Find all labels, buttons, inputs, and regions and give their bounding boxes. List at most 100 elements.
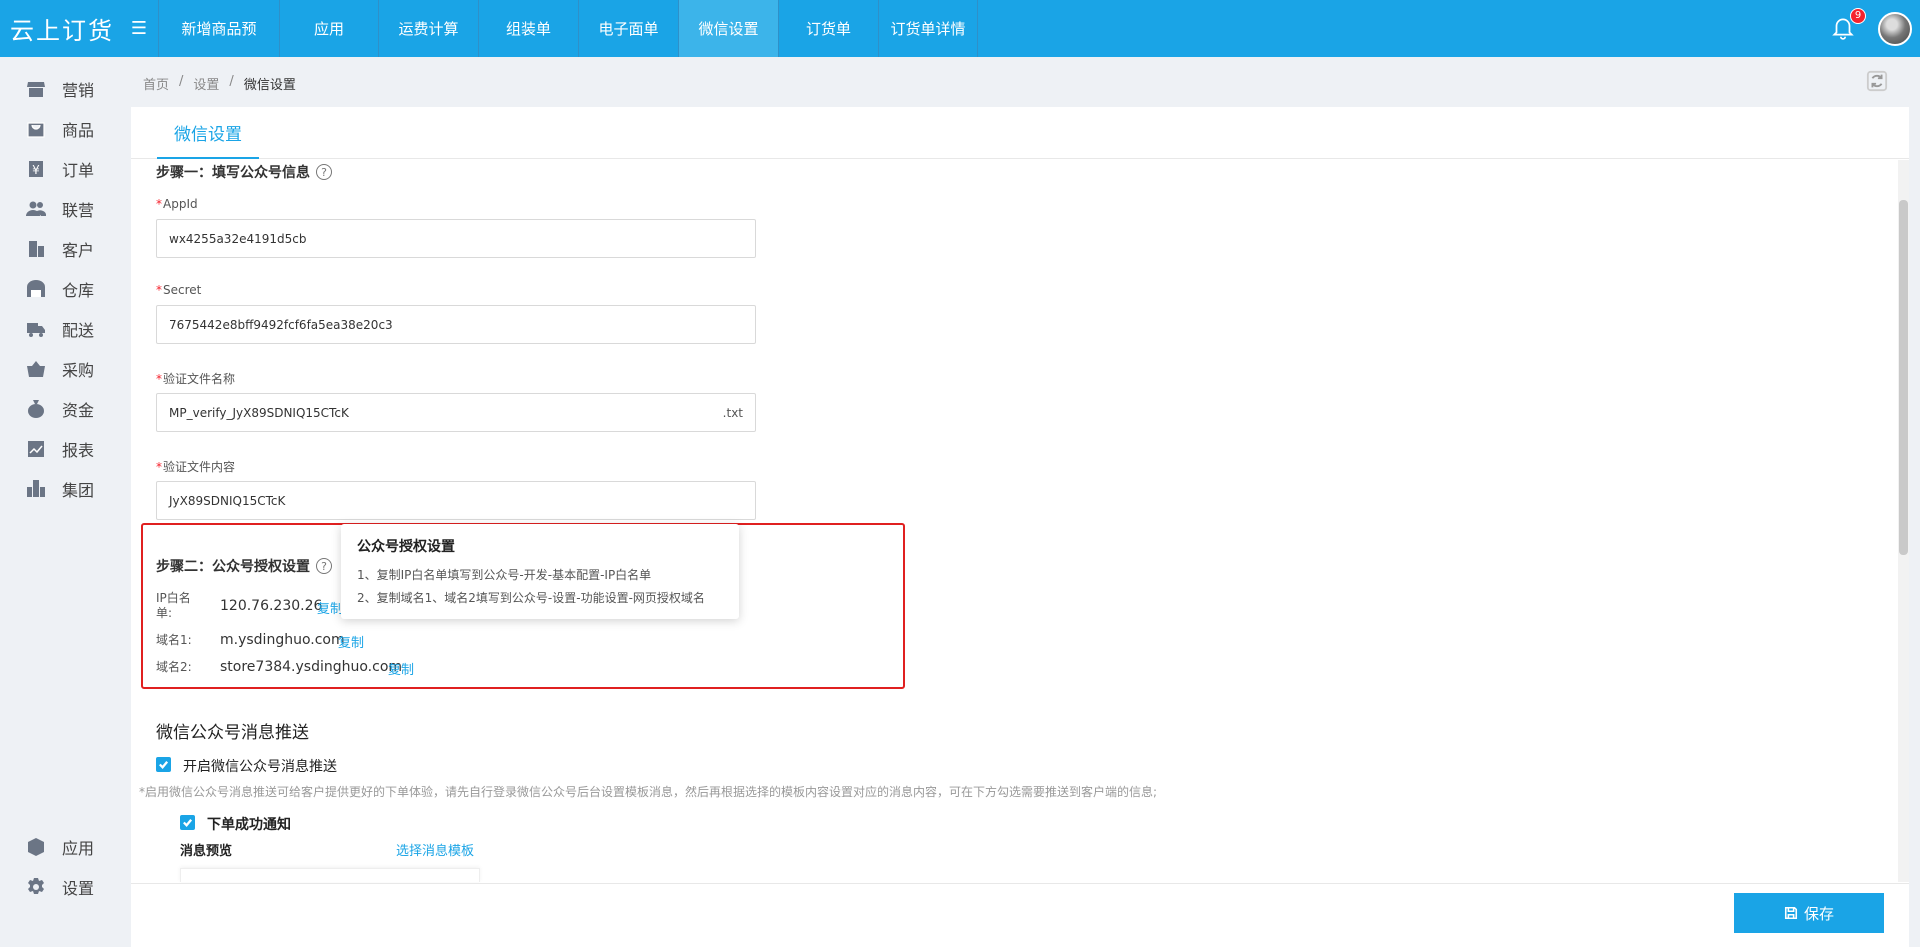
tooltip-line: 2、复制域名1、域名2填写到公众号-设置-功能设置-网页授权域名 xyxy=(357,591,705,605)
notification-count-badge: 9 xyxy=(1850,7,1866,24)
tooltip-line: 1、复制IP白名单填写到公众号-开发-基本配置-IP白名单 xyxy=(357,568,652,582)
sidebar-item-joint[interactable]: 联营 xyxy=(0,189,120,229)
secret-input[interactable]: 7675442e8bff9492fcf6fa5ea38e20c3 xyxy=(156,305,756,344)
scrollbar-thumb[interactable] xyxy=(1899,200,1908,555)
sidebar-item-label: 采购 xyxy=(62,361,95,380)
menu-toggle-icon[interactable]: ☰ xyxy=(120,0,158,57)
nav-tab-new-product[interactable]: 新增商品预 xyxy=(158,0,279,57)
notification-bell-icon[interactable]: 9 xyxy=(1830,7,1866,44)
step1-title: 步骤一：填写公众号信息 ? xyxy=(156,162,332,182)
sidebar-item-marketing[interactable]: 营销 xyxy=(0,69,120,109)
copy-domain1-button[interactable]: 复制 xyxy=(338,632,364,651)
check-icon xyxy=(159,761,169,769)
app-logo[interactable]: 云上订货 xyxy=(0,0,120,57)
warehouse-icon xyxy=(26,279,46,299)
building-icon xyxy=(26,239,46,259)
sidebar-item-label: 仓库 xyxy=(62,281,95,300)
sidebar-item-label: 订单 xyxy=(62,161,95,180)
sidebar-item-warehouse[interactable]: 仓库 xyxy=(0,269,120,309)
order-success-label: 下单成功通知 xyxy=(207,817,291,833)
page-tab-bar: 微信设置 xyxy=(131,107,1909,159)
sidebar: 营销 商品 ¥ 订单 联营 客户 仓库 配送 采购 资金 报表 集团 应用 设置 xyxy=(0,57,120,947)
order-success-checkbox[interactable] xyxy=(180,815,195,830)
basket-icon xyxy=(26,359,46,379)
sidebar-item-apps[interactable]: 应用 xyxy=(0,827,120,867)
sidebar-item-reports[interactable]: 报表 xyxy=(0,429,120,469)
breadcrumb-home[interactable]: 首页 xyxy=(143,74,169,93)
nav-tab-order-detail[interactable]: 订货单详情 xyxy=(878,0,978,57)
step2-title: 步骤二：公众号授权设置 ? xyxy=(156,556,332,576)
appid-label: *AppId xyxy=(156,197,198,211)
nav-tab-freight[interactable]: 运费计算 xyxy=(378,0,478,57)
sidebar-item-funds[interactable]: 资金 xyxy=(0,389,120,429)
enable-push-checkbox[interactable] xyxy=(156,757,171,772)
user-avatar[interactable] xyxy=(1878,11,1912,46)
nav-tab-orders[interactable]: 订货单 xyxy=(778,0,878,57)
nav-tab-wechat-settings[interactable]: 微信设置 xyxy=(678,0,778,57)
step1-title-text: 步骤一：填写公众号信息 xyxy=(156,165,310,181)
appid-input[interactable]: wx4255a32e4191d5cb xyxy=(156,219,756,258)
help-tooltip: 公众号授权设置 1、复制IP白名单填写到公众号-开发-基本配置-IP白名单 2、… xyxy=(341,524,739,619)
select-template-link[interactable]: 选择消息模板 xyxy=(396,840,474,859)
tooltip-title: 公众号授权设置 xyxy=(357,539,455,555)
push-section-title: 微信公众号消息推送 xyxy=(156,723,309,743)
save-button[interactable]: 保存 xyxy=(1734,893,1884,933)
push-hint-text: *启用微信公众号消息推送可给客户提供更好的下单体验，请先自行登录微信公众号后台设… xyxy=(139,785,1158,799)
nav-tabs: 新增商品预 应用 运费计算 组装单 电子面单 微信设置 订货单 订货单详情 xyxy=(158,0,978,57)
domain2-label: 域名2: xyxy=(156,660,192,674)
nav-tab-assembly[interactable]: 组装单 xyxy=(478,0,578,57)
sidebar-item-label: 报表 xyxy=(62,441,95,460)
ip-whitelist-label: IP白名单: xyxy=(156,591,191,620)
breadcrumb-settings[interactable]: 设置 xyxy=(193,74,219,93)
sidebar-item-label: 资金 xyxy=(62,401,95,420)
file-ext-suffix: .txt xyxy=(722,405,743,420)
nav-tab-apps[interactable]: 应用 xyxy=(279,0,378,57)
nav-tab-waybill[interactable]: 电子面单 xyxy=(578,0,678,57)
svg-text:¥: ¥ xyxy=(32,163,40,177)
save-icon xyxy=(1784,906,1798,920)
money-bag-icon xyxy=(26,399,46,419)
sidebar-item-group[interactable]: 集团 xyxy=(0,469,120,509)
breadcrumb: 首页 / 设置 / 微信设置 xyxy=(143,74,296,93)
sidebar-item-delivery[interactable]: 配送 xyxy=(0,309,120,349)
sidebar-item-label: 商品 xyxy=(62,121,95,140)
domain1-value: m.ysdinghuo.com xyxy=(220,632,345,648)
sidebar-item-customers[interactable]: 客户 xyxy=(0,229,120,269)
copy-ip-button[interactable]: 复制 xyxy=(317,598,343,617)
cube-icon xyxy=(26,837,46,857)
sidebar-item-orders[interactable]: ¥ 订单 xyxy=(0,149,120,189)
gear-icon xyxy=(26,877,46,897)
refresh-icon[interactable] xyxy=(1866,70,1888,92)
step2-title-text: 步骤二：公众号授权设置 xyxy=(156,559,310,575)
domain2-value: store7384.ysdinghuo.com xyxy=(220,659,403,675)
verify-filename-input[interactable]: MP_verify_JyX89SDNIQ15CTcK .txt xyxy=(156,393,756,432)
breadcrumb-separator: / xyxy=(229,74,234,89)
domain1-label: 域名1: xyxy=(156,633,192,647)
truck-icon xyxy=(26,319,46,339)
chart-icon xyxy=(26,439,46,459)
verify-content-label: *验证文件内容 xyxy=(156,460,236,474)
ip-whitelist-value: 120.76.230.26 xyxy=(220,598,323,614)
sidebar-item-products[interactable]: 商品 xyxy=(0,109,120,149)
breadcrumb-separator: / xyxy=(179,74,184,89)
sidebar-item-settings[interactable]: 设置 xyxy=(0,867,120,907)
verify-content-input[interactable]: JyX89SDNIQ15CTcK xyxy=(156,481,756,520)
check-icon xyxy=(183,819,193,827)
sidebar-item-label: 营销 xyxy=(62,81,95,100)
copy-domain2-button[interactable]: 复制 xyxy=(388,659,414,678)
help-icon[interactable]: ? xyxy=(316,558,332,574)
secret-label: *Secret xyxy=(156,283,202,297)
verify-filename-label: *验证文件名称 xyxy=(156,372,236,386)
message-preview-label: 消息预览 xyxy=(180,844,233,859)
group-icon xyxy=(26,479,46,499)
sidebar-item-label: 客户 xyxy=(62,241,95,260)
store-icon xyxy=(26,79,46,99)
sidebar-item-label: 集团 xyxy=(62,481,95,500)
breadcrumb-current: 微信设置 xyxy=(243,78,296,93)
help-icon[interactable]: ? xyxy=(316,164,332,180)
top-bar: 云上订货 ☰ 新增商品预 应用 运费计算 组装单 电子面单 微信设置 订货单 订… xyxy=(0,0,1920,57)
sidebar-item-label: 设置 xyxy=(62,879,95,898)
sidebar-item-purchase[interactable]: 采购 xyxy=(0,349,120,389)
tab-wechat-settings[interactable]: 微信设置 xyxy=(157,107,259,159)
sidebar-item-label: 配送 xyxy=(62,321,95,340)
